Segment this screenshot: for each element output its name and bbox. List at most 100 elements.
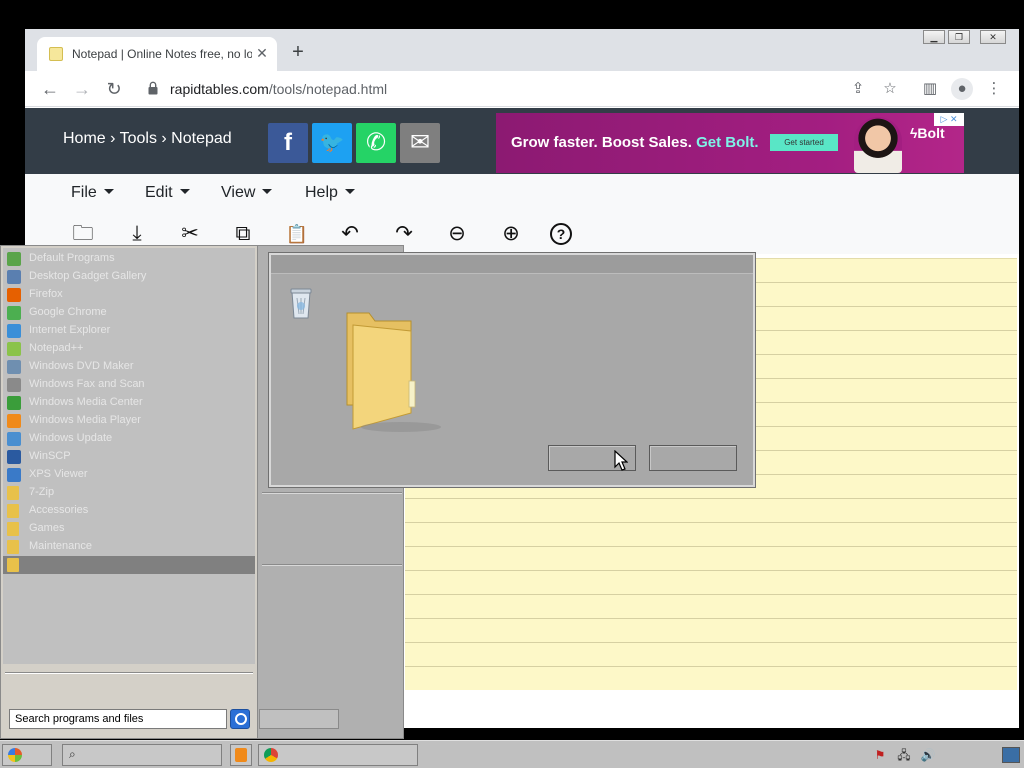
program-item[interactable]: Windows Fax and Scan — [7, 376, 251, 394]
breadcrumb[interactable]: Home › Tools › Notepad — [63, 130, 232, 148]
program-label: Windows Media Center — [29, 396, 143, 408]
program-item[interactable]: Default Programs — [7, 250, 251, 268]
program-item[interactable]: 7-Zip — [7, 484, 251, 502]
cut-icon[interactable]: ✂ — [176, 220, 204, 248]
copy-icon[interactable]: ⧉ — [229, 220, 257, 248]
ad-text-accent: Get Bolt. — [696, 134, 759, 151]
program-label: Notepad++ — [29, 342, 84, 354]
taskbar-chrome-item[interactable] — [258, 744, 418, 766]
volume-icon[interactable]: 🔊 — [920, 747, 936, 763]
program-label: Desktop Gadget Gallery — [29, 270, 147, 282]
tab-close-icon[interactable]: ✕ — [253, 43, 271, 63]
program-label: Windows DVD Maker — [29, 360, 134, 372]
share-icon[interactable]: ⇪ — [847, 78, 869, 100]
restore-button[interactable]: ❐ — [948, 30, 970, 44]
search-icon[interactable] — [230, 709, 250, 729]
star-icon[interactable]: ☆ — [879, 78, 901, 100]
program-label: Internet Explorer — [29, 324, 111, 336]
program-item[interactable]: Windows Update — [7, 430, 251, 448]
shutdown-button[interactable] — [259, 709, 339, 729]
program-label: Windows Fax and Scan — [29, 378, 145, 390]
twitter-share-icon[interactable]: 🐦 — [312, 123, 352, 163]
whatsapp-share-icon[interactable]: ✆ — [356, 123, 396, 163]
email-share-icon[interactable]: ✉ — [400, 123, 440, 163]
ad-get-started-button[interactable]: Get started — [770, 134, 838, 151]
program-label: 7-Zip — [29, 486, 55, 498]
all-programs-list: Default Programs Desktop Gadget Gallery Fi… — [3, 248, 267, 664]
new-tab-button[interactable]: + — [287, 41, 309, 63]
download-icon[interactable]: ⤓ — [123, 220, 151, 248]
menu-edit-label: Edit — [145, 184, 173, 201]
undo-icon[interactable]: ↶ — [336, 220, 364, 248]
caret-down-icon — [179, 189, 190, 194]
taskbar-media-player-item[interactable] — [230, 744, 252, 766]
mouse-cursor-icon — [614, 450, 628, 471]
minimize-button[interactable]: ▁ — [923, 30, 945, 44]
more-icon[interactable]: ⋮ — [983, 78, 1005, 100]
media-player-icon — [235, 748, 247, 762]
paste-icon[interactable]: 📋 — [283, 220, 311, 248]
caret-down-icon — [103, 189, 114, 194]
reload-icon[interactable]: ↻ — [102, 77, 126, 101]
program-item[interactable]: Desktop Gadget Gallery — [7, 268, 251, 286]
tab-notepad[interactable]: Notepad | Online Notes free, no log ✕ — [37, 37, 277, 71]
folder-icon — [7, 486, 19, 500]
close-window-button[interactable]: ✕ — [980, 30, 1006, 44]
program-item[interactable]: Google Chrome — [7, 304, 251, 322]
browser-toolbar: ← → ↻ rapidtables.com/tools/notepad.html… — [25, 71, 1019, 107]
program-item[interactable]: Windows Media Center — [7, 394, 251, 412]
program-item[interactable]: Windows Media Player — [7, 412, 251, 430]
start-button[interactable] — [2, 744, 52, 766]
program-item[interactable]: Windows DVD Maker — [7, 358, 251, 376]
address-bar[interactable]: rapidtables.com/tools/notepad.html — [141, 75, 881, 103]
recycle-bin-icon — [290, 288, 312, 319]
right-pane-separator — [262, 564, 402, 566]
redo-icon[interactable]: ↷ — [390, 220, 418, 248]
dialog-titlebar[interactable] — [271, 255, 753, 274]
zoom-out-icon[interactable]: ⊖ — [443, 220, 471, 248]
program-item[interactable]: Maintenance — [7, 538, 251, 556]
program-label: XPS Viewer — [29, 468, 88, 480]
taskbar-search-item[interactable]: ⌕ — [62, 744, 222, 766]
program-label: Default Programs — [29, 252, 115, 264]
start-search-input[interactable]: Search programs and files — [9, 709, 227, 729]
facebook-share-icon[interactable]: f — [268, 123, 308, 163]
program-item[interactable]: Accessories — [7, 502, 251, 520]
gadget-gallery-icon — [7, 270, 21, 284]
right-pane-separator — [262, 492, 402, 494]
back-icon[interactable]: ← — [38, 77, 62, 101]
forward-icon[interactable]: → — [70, 77, 94, 101]
menu-help[interactable]: Help — [305, 184, 355, 202]
side-panel-icon[interactable]: ▥ — [919, 78, 941, 100]
program-item[interactable]: Notepad++ — [7, 340, 251, 358]
show-desktop-icon[interactable] — [1002, 747, 1020, 763]
program-label: Maintenance — [29, 540, 92, 552]
program-item[interactable]: Internet Explorer — [7, 322, 251, 340]
ad-choices-close-icon[interactable]: ▷ ✕ — [934, 113, 964, 126]
program-item[interactable]: Firefox — [7, 286, 251, 304]
windows-update-icon — [7, 432, 21, 446]
folder-icon — [7, 504, 19, 518]
program-item[interactable]: Games — [7, 520, 251, 538]
program-item[interactable]: WinSCP — [7, 448, 251, 466]
action-center-flag-icon[interactable]: ⚑ — [872, 747, 888, 763]
menu-view[interactable]: View — [221, 184, 273, 202]
advertisement-banner[interactable]: Grow faster. Boost Sales. Get Bolt. Get … — [496, 113, 964, 173]
menu-file[interactable]: File — [71, 184, 114, 202]
profile-icon[interactable]: ● — [951, 78, 973, 100]
folder-icon — [7, 522, 19, 536]
program-item[interactable]: XPS Viewer — [7, 466, 251, 484]
url-path: /tools/notepad.html — [268, 81, 388, 97]
program-item[interactable] — [7, 556, 251, 574]
chrome-icon — [7, 306, 21, 320]
taskbar: ⌕ ⚑ 🖧 🔊 — [0, 740, 1024, 768]
ad-person-image — [854, 117, 902, 173]
tab-title: Notepad | Online Notes free, no log — [72, 47, 252, 61]
dialog-cancel-button[interactable] — [649, 445, 737, 471]
zoom-in-icon[interactable]: ⊕ — [497, 220, 525, 248]
network-icon[interactable]: 🖧 — [896, 747, 912, 763]
menu-edit[interactable]: Edit — [145, 184, 190, 202]
help-icon[interactable]: ? — [550, 223, 572, 245]
open-icon[interactable]: 🗀 — [69, 220, 97, 248]
tab-strip: Notepad | Online Notes free, no log ✕ + … — [25, 29, 1019, 71]
